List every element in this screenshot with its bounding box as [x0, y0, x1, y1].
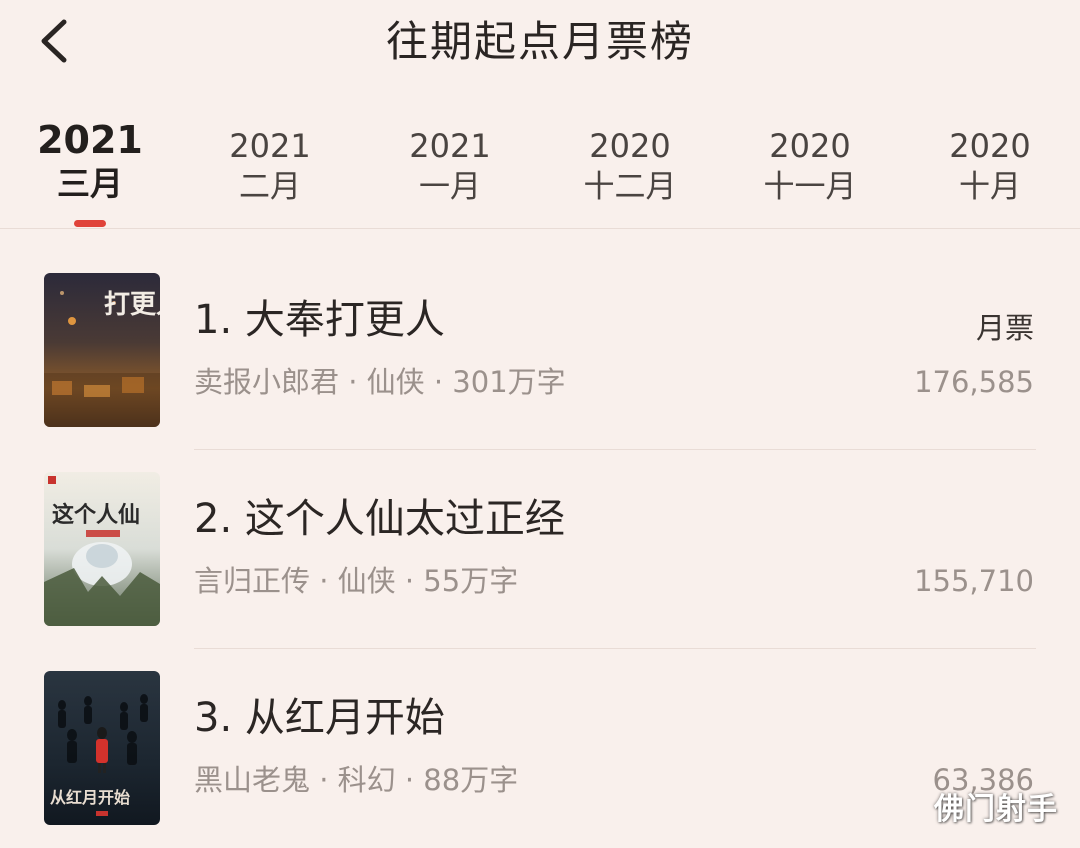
book-cover[interactable]: 这个人仙 [44, 472, 160, 626]
cover-text: 打更人 [104, 290, 160, 320]
tab-month: 十一月 [763, 169, 857, 205]
tab-2021-march[interactable]: 2021 三月 [0, 108, 180, 228]
book-title: 2. 这个人仙太过正经 [194, 496, 565, 542]
book-row-2[interactable]: 这个人仙 2. 这个人仙太过正经 言归正传 · 仙侠 · 55万字 155,71… [0, 450, 1080, 649]
tab-year: 2020 [769, 127, 851, 165]
page-title: 往期起点月票榜 [385, 17, 694, 66]
tab-year: 2021 [409, 127, 491, 165]
tab-year: 2021 [37, 118, 143, 162]
book-meta: 言归正传 · 仙侠 · 55万字 [194, 564, 519, 598]
month-tabs: 2021 三月 2021 二月 2021 一月 2020 十二月 2020 十一… [0, 108, 1080, 228]
votes-label: 月票 [975, 311, 1034, 345]
tab-month: 十月 [959, 169, 1021, 205]
header-bar: 往期起点月票榜 [0, 0, 1080, 90]
tab-2020-december[interactable]: 2020 十二月 [540, 108, 720, 228]
book-row-3[interactable]: 从红月开始 3. 从红月开始 黑山老鬼 · 科幻 · 88万字 63,386 [0, 649, 1080, 848]
votes-count: 176,585 [914, 365, 1034, 399]
votes-count: 155,710 [914, 564, 1034, 598]
book-title: 3. 从红月开始 [194, 695, 445, 741]
tab-month: 一月 [419, 169, 481, 205]
cover-text: 从红月开始 [50, 788, 130, 807]
active-tab-indicator [74, 220, 106, 227]
tab-month: 十二月 [583, 169, 677, 205]
book-meta: 卖报小郎君 · 仙侠 · 301万字 [194, 365, 566, 399]
book-meta: 黑山老鬼 · 科幻 · 88万字 [194, 763, 519, 797]
book-row-1[interactable]: 打更人 1. 大奉打更人 卖报小郎君 · 仙侠 · 301万字 月票 176,5… [0, 229, 1080, 450]
tab-year: 2020 [949, 127, 1031, 165]
tab-2020-november[interactable]: 2020 十一月 [720, 108, 900, 228]
book-title: 1. 大奉打更人 [194, 297, 445, 343]
tab-2021-february[interactable]: 2021 二月 [180, 108, 360, 228]
tab-month: 三月 [57, 164, 123, 203]
watermark-text: 佛门射手 [934, 792, 1058, 827]
book-cover[interactable]: 打更人 [44, 273, 160, 427]
cover-text: 这个人仙 [52, 502, 140, 528]
tab-year: 2020 [589, 127, 671, 165]
tab-month: 二月 [239, 169, 301, 205]
tab-2021-january[interactable]: 2021 一月 [360, 108, 540, 228]
tab-year: 2021 [229, 127, 311, 165]
book-cover[interactable]: 从红月开始 [44, 671, 160, 825]
tab-2020-october[interactable]: 2020 十月 [900, 108, 1080, 228]
